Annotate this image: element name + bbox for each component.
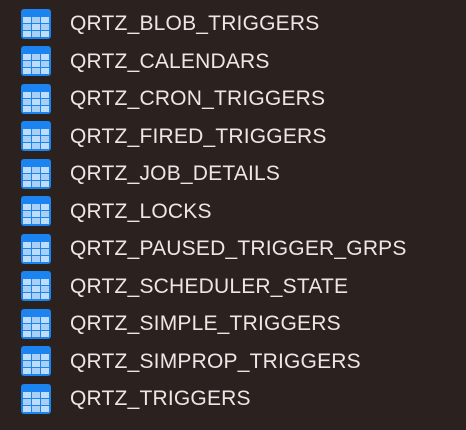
- table-icon: [21, 158, 51, 189]
- table-name: QRTZ_SCHEDULER_STATE: [70, 274, 349, 298]
- table-name: QRTZ_SIMPROP_TRIGGERS: [70, 349, 361, 373]
- table-icon: [21, 46, 51, 77]
- table-list: QRTZ_BLOB_TRIGGERS QRTZ_CALENDARS QRTZ_C…: [0, 0, 466, 430]
- table-name: QRTZ_SIMPLE_TRIGGERS: [70, 312, 341, 336]
- table-row[interactable]: QRTZ_PAUSED_TRIGGER_GRPS: [0, 230, 466, 268]
- table-row[interactable]: QRTZ_SCHEDULER_STATE: [0, 268, 466, 306]
- table-name: QRTZ_TRIGGERS: [70, 387, 251, 411]
- table-name: QRTZ_JOB_DETAILS: [70, 162, 281, 186]
- table-icon: [21, 233, 51, 264]
- table-icon: [21, 83, 51, 114]
- table-row[interactable]: QRTZ_FIRED_TRIGGERS: [0, 118, 466, 156]
- table-row[interactable]: QRTZ_CRON_TRIGGERS: [0, 80, 466, 118]
- table-row[interactable]: QRTZ_CALENDARS: [0, 43, 466, 81]
- table-icon: [21, 196, 51, 227]
- table-icon: [21, 383, 51, 414]
- table-row[interactable]: QRTZ_SIMPLE_TRIGGERS: [0, 305, 466, 343]
- table-name: QRTZ_PAUSED_TRIGGER_GRPS: [70, 237, 407, 261]
- table-name: QRTZ_CALENDARS: [70, 49, 270, 73]
- table-row[interactable]: QRTZ_BLOB_TRIGGERS: [0, 5, 466, 43]
- table-name: QRTZ_BLOB_TRIGGERS: [70, 12, 320, 36]
- table-row[interactable]: QRTZ_TRIGGERS: [0, 380, 466, 418]
- table-name: QRTZ_LOCKS: [70, 199, 212, 223]
- table-name: QRTZ_CRON_TRIGGERS: [70, 87, 326, 111]
- table-name: QRTZ_FIRED_TRIGGERS: [70, 124, 327, 148]
- table-row[interactable]: QRTZ_JOB_DETAILS: [0, 155, 466, 193]
- table-icon: [21, 8, 51, 39]
- table-icon: [21, 308, 51, 339]
- table-row[interactable]: QRTZ_LOCKS: [0, 193, 466, 231]
- table-icon: [21, 346, 51, 377]
- table-row[interactable]: QRTZ_SIMPROP_TRIGGERS: [0, 343, 466, 381]
- table-icon: [21, 121, 51, 152]
- table-icon: [21, 271, 51, 302]
